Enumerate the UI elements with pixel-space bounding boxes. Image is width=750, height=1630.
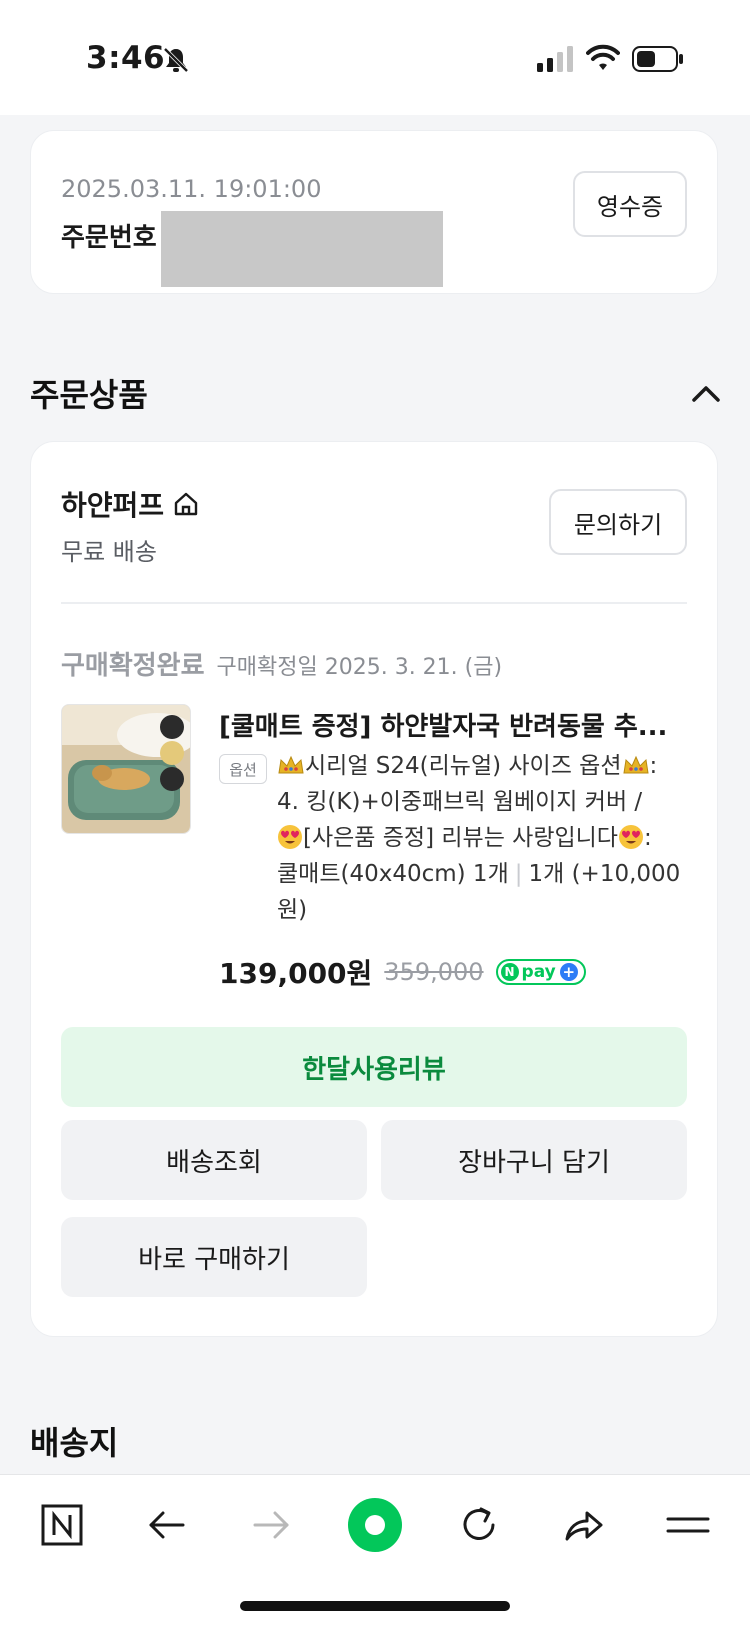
monthly-review-button[interactable]: 한달사용리뷰: [61, 1027, 687, 1107]
inquire-button[interactable]: 문의하기: [549, 489, 687, 555]
buy-now-button[interactable]: 바로 구매하기: [61, 1217, 367, 1297]
menu-icon: [666, 1517, 710, 1533]
wifi-icon: [586, 44, 620, 70]
receipt-button[interactable]: 영수증: [573, 171, 687, 237]
original-price: 359,000: [384, 958, 484, 986]
npay-n-icon: N: [500, 963, 519, 981]
chevron-up-icon[interactable]: [690, 380, 722, 406]
browser-toolbar: [0, 1474, 750, 1630]
menu-button[interactable]: [658, 1495, 718, 1555]
green-home-icon: [348, 1498, 402, 1552]
heart-eyes-emoji-icon: [278, 825, 302, 849]
crown-emoji-icon: [278, 755, 304, 774]
refresh-icon: [463, 1507, 495, 1540]
separator: |: [514, 861, 523, 887]
green-home-button[interactable]: [345, 1495, 405, 1555]
bell-off-icon: [163, 47, 189, 73]
option-badge: 옵션: [219, 754, 267, 784]
share-button[interactable]: [553, 1495, 613, 1555]
option-line-4: 쿨매트(40x40cm) 1개: [277, 861, 509, 887]
refresh-button[interactable]: [449, 1495, 509, 1555]
add-to-cart-button[interactable]: 장바구니 담기: [381, 1120, 687, 1200]
share-icon: [565, 1511, 603, 1541]
npay-plus-badge: N pay +: [495, 959, 586, 985]
heart-eyes-emoji-icon: [618, 825, 643, 849]
battery-icon: [632, 46, 683, 72]
order-info-card: 2025.03.11. 19:01:00 주문번호 영수증: [30, 130, 718, 294]
forward-arrow-icon: [253, 1511, 289, 1539]
purchase-confirmed-date: 구매확정일 2025. 3. 21. (금): [216, 655, 503, 680]
seller-name-link[interactable]: 하얀퍼프: [61, 484, 200, 524]
section-title-ordered-products: 주문상품: [30, 376, 148, 414]
option-line-1: 시리얼 S24(리뉴얼) 사이즈 옵션: [305, 753, 622, 779]
back-button[interactable]: [137, 1495, 197, 1555]
crown-emoji-icon: [622, 755, 649, 774]
option-line-2: 4. 킹(K)+이중패브릭 웜베이지 커버 /: [277, 789, 643, 815]
option-line-3: [사은품 증정] 리뷰는 사랑입니다: [303, 825, 618, 851]
section-title-shipping-address: 배송지: [30, 1424, 119, 1462]
plus-icon: +: [559, 963, 578, 981]
price-row: 139,000원 359,000 N pay +: [219, 952, 586, 992]
back-arrow-icon: [149, 1511, 185, 1539]
track-delivery-button[interactable]: 배송조회: [61, 1120, 367, 1200]
naver-home-button[interactable]: [32, 1495, 92, 1555]
quantity: 1개 (+10,000: [528, 861, 681, 887]
order-number-label: 주문번호: [61, 223, 157, 253]
option-line-3-tail: :: [643, 825, 652, 851]
order-number-redacted: [161, 211, 443, 287]
purchase-status: 구매확정완료: [61, 651, 205, 681]
divider: [61, 602, 687, 604]
shipping-fee-note: 무료 배송: [61, 538, 157, 566]
status-time: 3:46: [86, 40, 166, 76]
signal-icon: [537, 46, 573, 72]
quantity-tail: 원): [277, 897, 308, 923]
product-thumbnail[interactable]: [61, 704, 191, 834]
product-option-text: 시리얼 S24(리뉴얼) 사이즈 옵션: 4. 킹(K)+이중패브릭 웜베이지 …: [277, 748, 691, 928]
naver-n-icon: [41, 1504, 83, 1546]
status-bar: 3:46: [0, 0, 750, 115]
npay-label: pay: [521, 962, 556, 982]
order-date: 2025.03.11. 19:01:00: [61, 175, 322, 203]
product-card: 하얀퍼프 무료 배송 문의하기 구매확정완료 구매확정일 2025. 3. 21…: [30, 441, 718, 1337]
purchase-status-row: 구매확정완료 구매확정일 2025. 3. 21. (금): [61, 645, 502, 682]
forward-button[interactable]: [241, 1495, 301, 1555]
home-indicator: [240, 1601, 510, 1611]
option-line-1-tail: :: [649, 753, 658, 779]
product-title-link[interactable]: [쿨매트 증정] 하얀발자국 반려동물 추...: [219, 706, 679, 743]
sale-price: 139,000원: [219, 957, 373, 990]
seller-name: 하얀퍼프: [61, 489, 165, 522]
store-home-icon: [174, 492, 198, 516]
